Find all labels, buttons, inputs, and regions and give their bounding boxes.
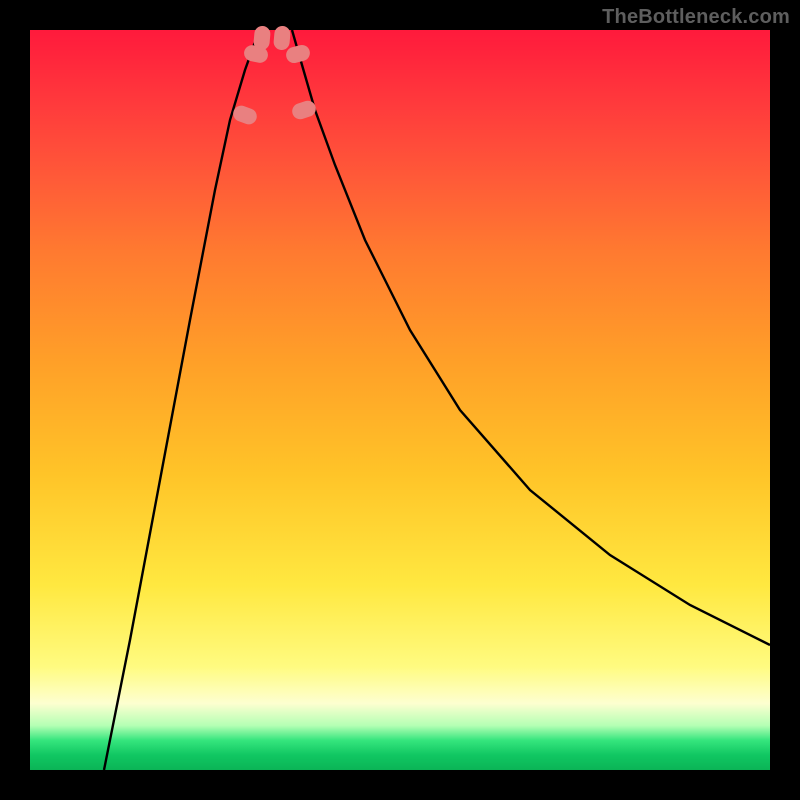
plot-area [30, 30, 770, 770]
attribution-text: TheBottleneck.com [602, 6, 790, 29]
curve-left-branch [104, 30, 264, 770]
curve-right-branch [292, 30, 770, 645]
curve-svg [30, 30, 770, 770]
